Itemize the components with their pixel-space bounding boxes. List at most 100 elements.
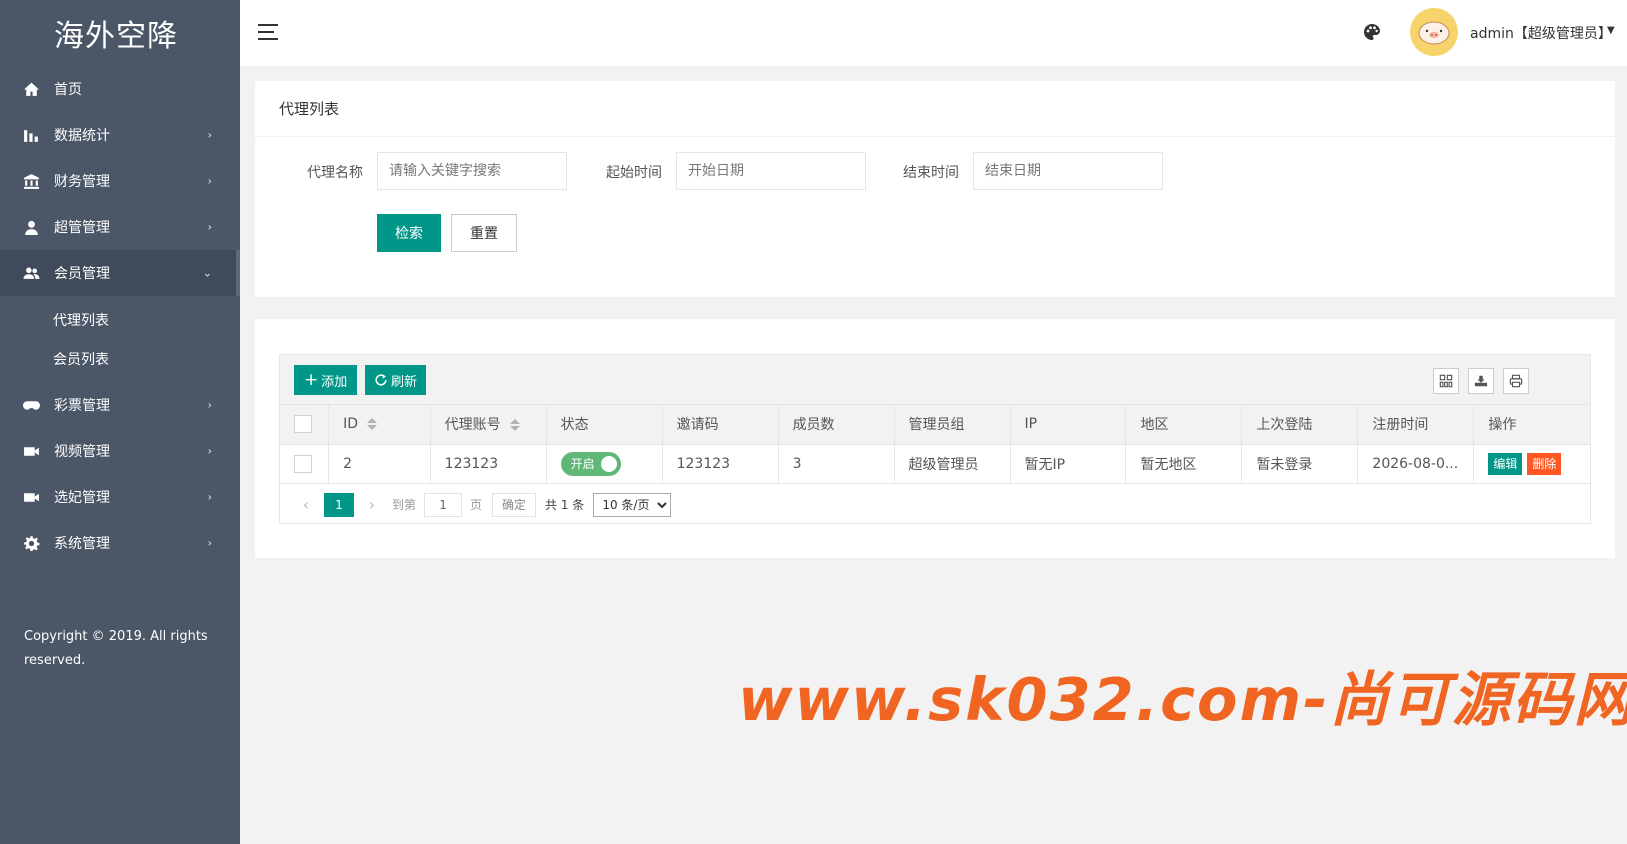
sidebar-item-label: 彩票管理 [54, 398, 110, 414]
row-select-cell [280, 444, 330, 484]
caret-down-icon[interactable]: ▼ [1607, 25, 1615, 36]
cell-invite-code: 123123 [662, 444, 779, 484]
sidebar-item-concubine[interactable]: 选妃管理 › [0, 474, 240, 520]
watermark-text: www.sk032.com-尚可源码网 [738, 665, 1627, 734]
column-header-invite-code: 邀请码 [662, 405, 779, 445]
cell-reg-time: 2026-08-0... [1357, 444, 1475, 484]
user-icon [22, 218, 40, 236]
status-toggle[interactable]: 开启 [560, 451, 621, 476]
cell-ip: 暂无IP [1010, 444, 1127, 484]
export-icon[interactable] [1468, 368, 1494, 394]
chevron-down-icon: ⌄ [202, 266, 212, 280]
sidebar: 海外空降 首页 数据统计 › 财务管理 › 超管管理 › 会员管理 ⌄ 代理列表… [0, 0, 240, 844]
print-icon[interactable] [1503, 368, 1529, 394]
reset-button[interactable]: 重置 [451, 214, 517, 252]
row-checkbox[interactable] [294, 454, 312, 473]
pagination: ‹ 1 › 到第 页 确定 共 1 条 10 条/页 [280, 485, 1590, 524]
gamepad-icon [22, 396, 40, 414]
table-toolbar: + 添加 刷新 [280, 355, 1590, 405]
video-camera-icon [22, 442, 40, 460]
menu-toggle-icon[interactable] [258, 24, 278, 40]
sidebar-item-system[interactable]: 系统管理 › [0, 520, 240, 566]
chevron-right-icon: › [207, 490, 212, 504]
table-row: 2 123123 开启 123123 3 超级管理员 暂无IP 暂无地区 暂未登… [280, 444, 1590, 484]
palette-icon[interactable] [1362, 22, 1382, 42]
user-menu[interactable]: admin【超级管理员】 [1470, 23, 1612, 43]
next-page-icon[interactable]: › [360, 495, 384, 514]
column-header-status: 状态 [546, 405, 663, 445]
chevron-right-icon: › [207, 536, 212, 550]
column-header-members: 成员数 [778, 405, 895, 445]
refresh-icon [375, 374, 387, 386]
top-header: admin【超级管理员】 ▼ [240, 0, 1627, 66]
video-camera-icon [22, 488, 40, 506]
column-header-ip: IP [1010, 405, 1127, 445]
cell-account: 123123 [430, 444, 547, 484]
column-header-actions: 操作 [1473, 405, 1590, 445]
page-size-select[interactable]: 10 条/页 [593, 492, 672, 517]
cell-id: 2 [328, 444, 431, 484]
cell-region: 暂无地区 [1125, 444, 1243, 484]
sidebar-item-home[interactable]: 首页 [0, 66, 240, 112]
table-card: + 添加 刷新 ID 代理账号 状态 邀请码 成员数 管理员组 IP 地区 上次… [255, 319, 1615, 558]
refresh-button-label: 刷新 [391, 374, 418, 390]
end-time-label: 结束时间 [903, 165, 959, 181]
current-page[interactable]: 1 [324, 492, 354, 517]
page-title: 代理列表 [255, 81, 1615, 137]
agent-name-input[interactable] [377, 152, 567, 190]
total-count: 共 1 条 [545, 498, 585, 512]
chevron-right-icon: › [207, 174, 212, 188]
page-unit-label: 页 [470, 498, 483, 512]
submenu-item-agent-list[interactable]: 代理列表 [0, 300, 240, 339]
prev-page-icon[interactable]: ‹ [294, 495, 318, 514]
bar-chart-icon [22, 126, 40, 144]
bank-icon [22, 172, 40, 190]
add-button-label: 添加 [321, 374, 348, 390]
sort-icon[interactable] [509, 419, 520, 432]
sidebar-item-finance[interactable]: 财务管理 › [0, 158, 240, 204]
sidebar-item-members[interactable]: 会员管理 ⌄ [0, 250, 240, 296]
brand-title: 海外空降 [54, 19, 178, 54]
goto-page-input[interactable] [424, 492, 463, 517]
cell-members: 3 [778, 444, 895, 484]
chevron-right-icon: › [207, 128, 212, 142]
sidebar-item-label: 系统管理 [54, 536, 110, 552]
sidebar-item-lottery[interactable]: 彩票管理 › [0, 382, 240, 428]
sidebar-item-video[interactable]: 视频管理 › [0, 428, 240, 474]
cell-actions: 编辑 删除 [1473, 444, 1590, 484]
search-button[interactable]: 检索 [377, 214, 441, 252]
column-header-account[interactable]: 代理账号 [430, 405, 547, 445]
sidebar-item-label: 选妃管理 [54, 490, 110, 506]
start-date-input[interactable] [676, 152, 866, 190]
edit-button[interactable]: 编辑 [1488, 452, 1523, 475]
sort-icon[interactable] [367, 418, 378, 431]
gear-icon [22, 534, 40, 552]
column-header-id[interactable]: ID [328, 405, 431, 445]
select-all-checkbox[interactable] [294, 415, 312, 434]
delete-button[interactable]: 删除 [1527, 452, 1562, 475]
chevron-right-icon: › [207, 444, 212, 458]
search-card: 代理列表 代理名称 起始时间 结束时间 检索 重置 [255, 81, 1615, 297]
refresh-button[interactable]: 刷新 [365, 365, 427, 395]
select-all-cell [280, 405, 330, 445]
plus-icon: + [304, 369, 319, 390]
avatar[interactable] [1410, 8, 1458, 56]
pig-avatar-icon [1418, 21, 1450, 45]
submenu-item-member-list[interactable]: 会员列表 [0, 339, 240, 378]
add-button[interactable]: + 添加 [294, 365, 358, 395]
goto-confirm-button[interactable]: 确定 [492, 492, 537, 517]
copyright-text: Copyright © 2019. All rights reserved. [24, 629, 208, 668]
sidebar-item-label: 会员管理 [54, 266, 110, 282]
chevron-right-icon: › [207, 398, 212, 412]
end-date-input[interactable] [973, 152, 1163, 190]
start-time-label: 起始时间 [606, 165, 662, 181]
sidebar-item-super-admin[interactable]: 超管管理 › [0, 204, 240, 250]
data-table: + 添加 刷新 ID 代理账号 状态 邀请码 成员数 管理员组 IP 地区 上次… [279, 354, 1591, 524]
sidebar-item-stats[interactable]: 数据统计 › [0, 112, 240, 158]
cell-admin-group: 超级管理员 [894, 444, 1011, 484]
column-header-admin-group: 管理员组 [894, 405, 1011, 445]
columns-filter-icon[interactable] [1433, 368, 1459, 394]
users-icon [22, 264, 40, 282]
sidebar-item-label: 财务管理 [54, 174, 110, 190]
cell-status: 开启 [546, 444, 663, 484]
